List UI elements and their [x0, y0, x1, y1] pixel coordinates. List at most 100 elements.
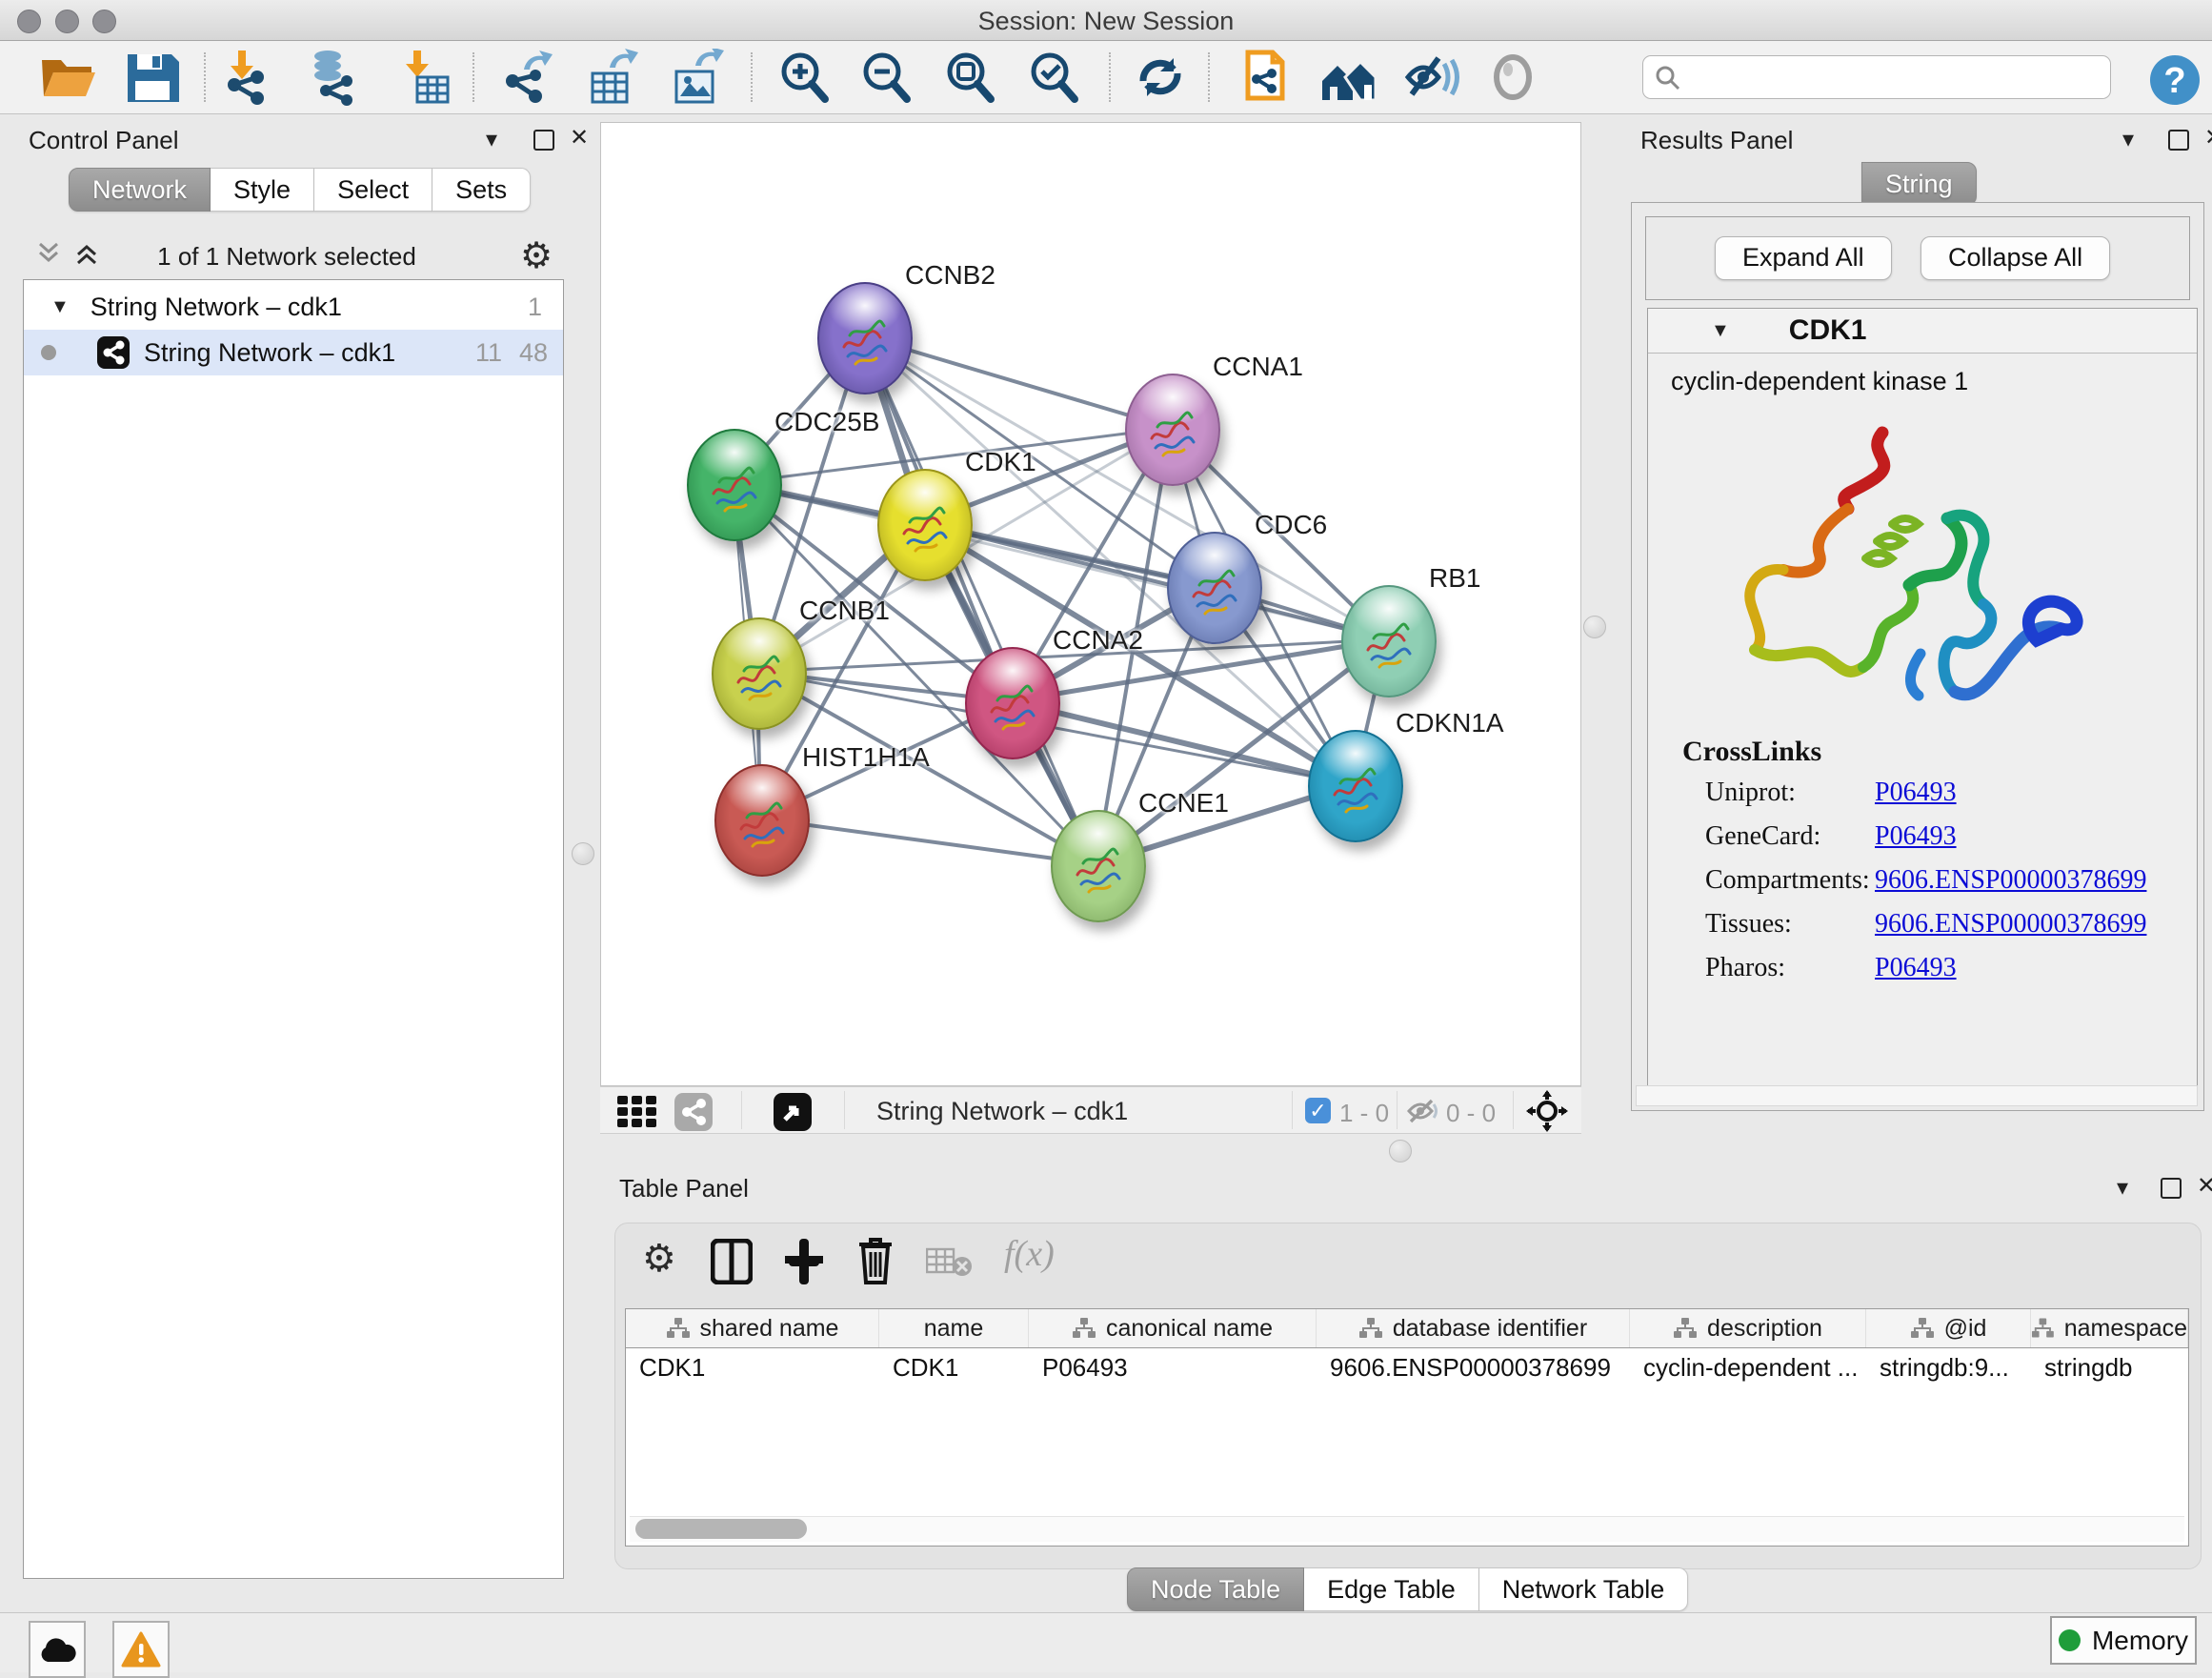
column-header-description[interactable]: description: [1630, 1309, 1866, 1347]
crosslink-value-link[interactable]: P06493: [1875, 778, 1957, 808]
column-header-name[interactable]: name: [879, 1309, 1029, 1347]
import-network-database-icon[interactable]: [303, 49, 364, 106]
crosslink-value-link[interactable]: 9606.ENSP00000378699: [1875, 865, 2146, 896]
export-network-icon[interactable]: [495, 49, 556, 106]
network-node-CCNB2[interactable]: [817, 282, 913, 394]
string-lens-icon[interactable]: [1484, 49, 1545, 106]
selected-checkbox-icon[interactable]: ✓: [1305, 1098, 1331, 1123]
string-hide-icon[interactable]: [1400, 49, 1461, 106]
tab-network-table[interactable]: Network Table: [1479, 1567, 1689, 1611]
tab-sets[interactable]: Sets: [432, 168, 531, 212]
network-node-CDK1[interactable]: [877, 469, 973, 581]
table-gear-icon[interactable]: ⚙: [642, 1237, 676, 1281]
tree-expander-icon[interactable]: ▼: [50, 296, 70, 318]
network-view-icon[interactable]: [674, 1093, 713, 1131]
network-collection-row[interactable]: ▼ String Network – cdk1 1: [24, 284, 563, 330]
table-cell[interactable]: stringdb:9...: [1866, 1348, 2031, 1386]
right-splitter-handle[interactable]: [1583, 616, 1606, 638]
results-panel-collapse-icon[interactable]: ▾: [2122, 126, 2134, 153]
table-panel-collapse-icon[interactable]: ▾: [2117, 1174, 2128, 1202]
tab-style[interactable]: Style: [211, 168, 314, 212]
show-columns-icon[interactable]: [711, 1239, 753, 1284]
results-panel-title: Results Panel: [1640, 126, 1793, 155]
crosslink-value-link[interactable]: P06493: [1875, 821, 1957, 852]
table-panel-close-icon[interactable]: ✕: [2197, 1172, 2212, 1200]
table-cell[interactable]: CDK1: [879, 1348, 1029, 1386]
tab-edge-table[interactable]: Edge Table: [1304, 1567, 1479, 1611]
zoom-selected-icon[interactable]: [1023, 49, 1084, 106]
column-header-shared-name[interactable]: shared name: [626, 1309, 879, 1347]
section-collapse-icon[interactable]: ▼: [1711, 320, 1730, 342]
network-node-CDC6[interactable]: [1167, 532, 1262, 644]
warning-button[interactable]: [112, 1621, 170, 1678]
search-input[interactable]: [1642, 55, 2111, 99]
cloud-button[interactable]: [29, 1621, 86, 1678]
tab-node-table[interactable]: Node Table: [1127, 1567, 1304, 1611]
column-header-database-identifier[interactable]: database identifier: [1317, 1309, 1630, 1347]
import-table-icon[interactable]: [392, 49, 453, 106]
network-node-CDC25B[interactable]: [687, 429, 782, 541]
zoom-fit-icon[interactable]: [939, 49, 1000, 106]
memory-label: Memory: [2092, 1626, 2188, 1656]
create-column-icon[interactable]: [783, 1239, 825, 1284]
network-node-CCNA1[interactable]: [1125, 374, 1220, 486]
expand-all-button[interactable]: Expand All: [1715, 236, 1892, 280]
gene-section-header[interactable]: ▼ CDK1: [1648, 309, 2197, 354]
network-node-CCNE1[interactable]: [1051, 810, 1146, 922]
collapse-all-button[interactable]: Collapse All: [1920, 236, 2110, 280]
network-node-CDKN1A[interactable]: [1308, 730, 1403, 842]
export-image-icon[interactable]: [667, 49, 728, 106]
network-canvas[interactable]: CCNB2CCNA1CDC25BCDK1CDC6RB1CCNB1CCNA2CDK…: [600, 122, 1581, 1086]
network-selection-status: 1 of 1 Network selected: [10, 242, 564, 272]
network-node-RB1[interactable]: [1341, 585, 1437, 697]
grid-view-icon[interactable]: [617, 1096, 661, 1128]
network-name: String Network – cdk1: [144, 338, 395, 368]
column-header-canonical-name[interactable]: canonical name: [1029, 1309, 1317, 1347]
delete-column-icon[interactable]: [855, 1237, 895, 1284]
zoom-out-icon[interactable]: [855, 49, 916, 106]
table-panel-float-icon[interactable]: [2161, 1178, 2182, 1199]
crosslinks-list: Uniprot:P06493GeneCard:P06493Compartment…: [1705, 778, 2182, 997]
network-node-CCNA2[interactable]: [965, 647, 1060, 759]
gear-icon[interactable]: ⚙: [520, 234, 553, 276]
table-row[interactable]: CDK1CDK1P064939606.ENSP00000378699cyclin…: [626, 1348, 2188, 1386]
left-splitter-handle[interactable]: [572, 842, 594, 865]
help-icon[interactable]: ?: [2149, 54, 2210, 111]
control-panel-close-icon[interactable]: ✕: [570, 124, 589, 152]
table-cell[interactable]: cyclin-dependent ...: [1630, 1348, 1866, 1386]
results-panel-close-icon[interactable]: ✕: [2204, 124, 2212, 152]
protein-ribbon-icon: [984, 674, 1041, 735]
save-session-icon[interactable]: [122, 49, 183, 106]
table-cell[interactable]: 9606.ENSP00000378699: [1317, 1348, 1630, 1386]
table-scrollbar-thumb[interactable]: [635, 1519, 807, 1539]
table-cell[interactable]: CDK1: [626, 1348, 879, 1386]
memory-button[interactable]: Memory: [2050, 1616, 2197, 1665]
control-panel-float-icon[interactable]: [533, 130, 554, 151]
refresh-icon[interactable]: [1130, 49, 1191, 106]
table-cell[interactable]: stringdb: [2031, 1348, 2188, 1386]
tab-network[interactable]: Network: [69, 168, 211, 212]
zoom-in-icon[interactable]: [774, 49, 835, 106]
birds-eye-view-icon[interactable]: [774, 1093, 812, 1131]
crosslink-value-link[interactable]: 9606.ENSP00000378699: [1875, 909, 2146, 940]
export-table-icon[interactable]: [583, 49, 644, 106]
results-panel-float-icon[interactable]: [2168, 130, 2189, 151]
column-header-namespace[interactable]: namespace: [2031, 1309, 2188, 1347]
table-cell[interactable]: P06493: [1029, 1348, 1317, 1386]
crosslink-value-link[interactable]: P06493: [1875, 953, 1957, 983]
tab-select[interactable]: Select: [314, 168, 432, 212]
horizontal-splitter-handle[interactable]: [1389, 1140, 1412, 1162]
network-node-HIST1H1A[interactable]: [714, 764, 810, 877]
network-row[interactable]: String Network – cdk1 11 48: [24, 330, 563, 375]
fit-content-crosshair-icon[interactable]: [1526, 1090, 1568, 1132]
string-home-icon[interactable]: [1318, 49, 1379, 106]
table-horizontal-scrollbar[interactable]: [630, 1516, 2184, 1542]
tab-string[interactable]: String: [1861, 162, 1977, 206]
column-header-@id[interactable]: @id: [1866, 1309, 2031, 1347]
results-scrollbar[interactable]: [1636, 1085, 2198, 1106]
string-import-icon[interactable]: [1235, 49, 1296, 106]
open-session-icon[interactable]: [38, 49, 99, 106]
network-node-CCNB1[interactable]: [712, 617, 807, 730]
import-network-file-icon[interactable]: [215, 49, 276, 106]
control-panel-collapse-icon[interactable]: ▾: [486, 126, 497, 153]
